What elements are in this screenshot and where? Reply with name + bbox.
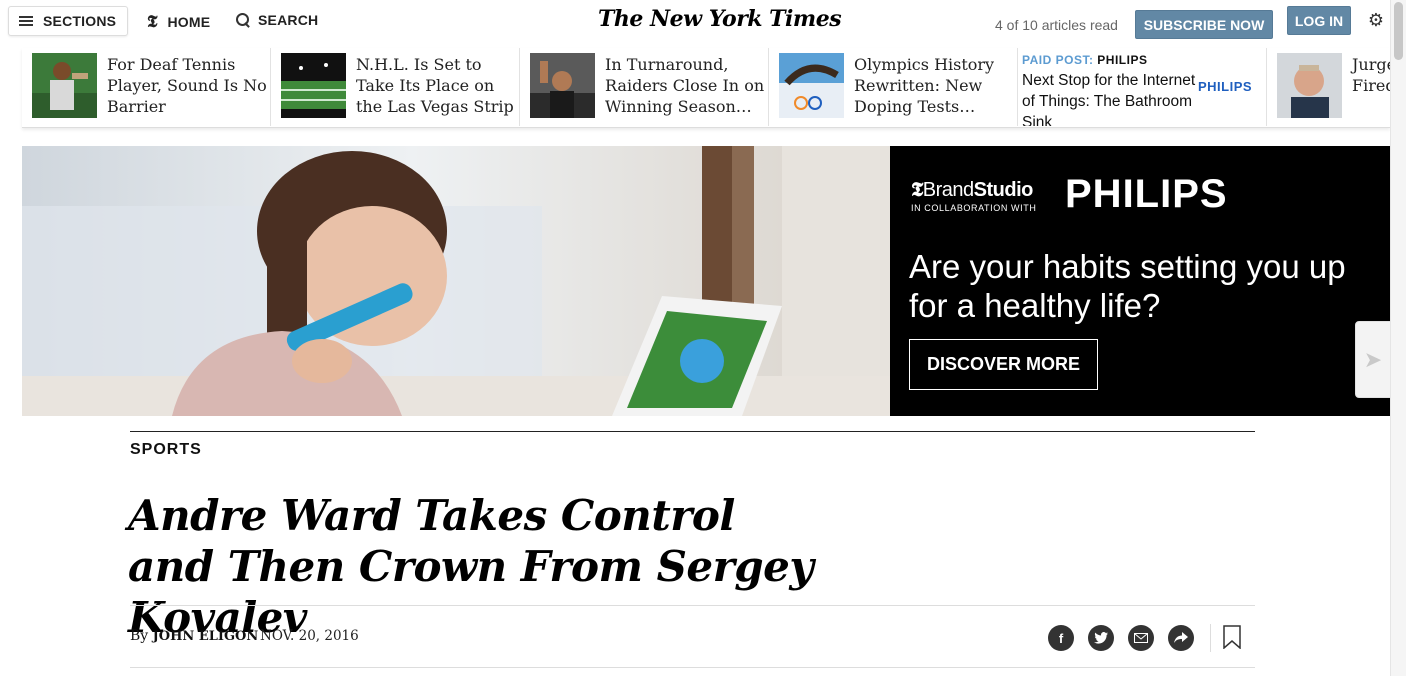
brandstudio-suffix: Studio <box>973 179 1034 201</box>
byline-prefix: By <box>130 628 149 644</box>
paid-post-item[interactable]: PAID POST: PHILIPS Next Stop for the Int… <box>1018 48 1267 126</box>
subscribe-button[interactable]: SUBSCRIBE NOW <box>1135 10 1273 39</box>
twitter-icon[interactable] <box>1088 625 1114 651</box>
ribbon-item[interactable]: Olympics History Rewritten: New Doping T… <box>769 48 1018 126</box>
philips-logo: PHILIPS <box>1065 172 1228 216</box>
gear-icon[interactable]: ⚙ <box>1367 11 1385 29</box>
ad-headline: Are your habits setting you up for a hea… <box>909 248 1346 324</box>
masthead: SECTIONS 𝕿 HOME SEARCH The New York Time… <box>0 0 1406 48</box>
ribbon-item[interactable]: For Deaf Tennis Player, Sound Is No Barr… <box>22 48 271 126</box>
paid-post-prefix: PAID POST: <box>1022 53 1094 67</box>
brandstudio-prefix: Brand <box>922 179 974 201</box>
ribbon-item[interactable]: In Turnaround, Raiders Close In on Winni… <box>520 48 769 126</box>
ribbon-thumbnail <box>1277 53 1342 118</box>
ribbon-headline: Jurgen Klinsmann Fired as U.S. Coach <box>1352 55 1390 95</box>
nyt-logo[interactable]: The New York Times <box>598 6 842 32</box>
story-ribbon: For Deaf Tennis Player, Sound Is No Barr… <box>22 48 1390 128</box>
collaboration-label: IN COLLABORATION WITH <box>911 203 1037 213</box>
bookmark-icon[interactable] <box>1223 625 1241 649</box>
home-label: HOME <box>167 14 211 30</box>
email-icon[interactable] <box>1128 625 1154 651</box>
publish-date: NOV. 20, 2016 <box>260 628 359 644</box>
section-label[interactable]: SPORTS <box>130 441 202 459</box>
scrollbar-thumb[interactable] <box>1394 2 1403 60</box>
login-button[interactable]: LOG IN <box>1287 6 1351 35</box>
ribbon-headline: Olympics History Rewritten: New Doping T… <box>854 55 995 116</box>
article-headline: Andre Ward Takes Control and Then Crown … <box>128 491 814 642</box>
byline: By JOHN ELIGON <box>130 628 258 644</box>
paid-post-brand: PHILIPS <box>1097 53 1148 67</box>
paid-post-label: PAID POST: PHILIPS <box>1022 53 1147 67</box>
nyt-t-icon: 𝕿 <box>911 177 923 201</box>
philips-logo: PHILIPS <box>1198 79 1253 94</box>
ribbon-thumbnail <box>32 53 97 118</box>
articles-read-meter: 4 of 10 articles read <box>995 17 1118 33</box>
search-label: SEARCH <box>258 12 319 28</box>
paid-post-headline: Next Stop for the Internet of Things: Th… <box>1022 72 1196 126</box>
discover-more-button[interactable]: DISCOVER MORE <box>909 339 1098 390</box>
ribbon-headline: N.H.L. Is Set to Take Its Place on the L… <box>356 55 514 116</box>
next-article-arrow-icon[interactable]: ➤ <box>1355 321 1391 398</box>
ribbon-item[interactable]: Jurgen Klinsmann Fired as U.S. Coach <box>1267 48 1390 126</box>
brand-studio-logo: 𝕿BrandStudio IN COLLABORATION WITH <box>911 177 1036 213</box>
home-link[interactable]: 𝕿 HOME <box>147 12 210 32</box>
ribbon-headline: In Turnaround, Raiders Close In on Winni… <box>605 55 765 116</box>
brand-studio-ad[interactable]: 𝕿BrandStudio IN COLLABORATION WITH PHILI… <box>22 146 1390 416</box>
ad-photo <box>22 146 890 416</box>
article-header-divider <box>130 667 1255 668</box>
share-divider <box>1210 624 1211 652</box>
ribbon-thumbnail <box>281 53 346 118</box>
ribbon-thumbnail <box>779 53 844 118</box>
section-divider <box>130 431 1255 432</box>
sections-button[interactable]: SECTIONS <box>8 6 128 36</box>
page-scrollbar[interactable] <box>1390 0 1406 676</box>
search-icon <box>236 13 250 27</box>
hamburger-menu-icon <box>19 16 33 26</box>
nyt-t-icon: 𝕿 <box>147 12 158 32</box>
ribbon-item[interactable]: N.H.L. Is Set to Take Its Place on the L… <box>271 48 520 126</box>
share-icon[interactable] <box>1168 625 1194 651</box>
byline-divider <box>130 605 1255 606</box>
search-link[interactable]: SEARCH <box>236 12 318 28</box>
facebook-icon[interactable]: f <box>1048 625 1074 651</box>
ribbon-thumbnail <box>530 53 595 118</box>
sections-label: SECTIONS <box>43 13 117 29</box>
ribbon-headline: For Deaf Tennis Player, Sound Is No Barr… <box>107 55 267 116</box>
author-name[interactable]: JOHN ELIGON <box>153 629 259 644</box>
